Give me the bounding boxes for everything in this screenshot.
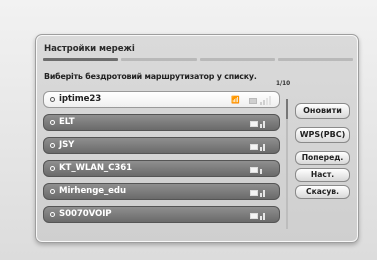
wps-pbc-button[interactable]: WPS(PBC) bbox=[295, 127, 350, 143]
instruction-text: Виберіть бездротовий маршрутизатор у спи… bbox=[44, 72, 257, 81]
radio-bullet-icon bbox=[50, 120, 55, 125]
lock-icon bbox=[250, 213, 258, 219]
wizard-progress-bar bbox=[43, 58, 353, 61]
signal-strength-icon bbox=[260, 211, 270, 220]
network-settings-dialog: Настройки мережі Виберіть бездротовий ма… bbox=[35, 34, 359, 243]
signal-strength-icon bbox=[260, 119, 270, 128]
signal-strength-icon bbox=[260, 165, 270, 174]
radio-bullet-icon bbox=[50, 166, 55, 171]
page-counter: 1/10 bbox=[276, 81, 291, 87]
network-item-jsy[interactable]: JSY bbox=[43, 137, 280, 154]
network-item-s0070voip[interactable]: S0070VOIP bbox=[43, 206, 280, 223]
signal-strength-icon bbox=[260, 188, 270, 197]
lock-icon bbox=[249, 98, 257, 104]
progress-step-2 bbox=[121, 58, 197, 61]
radio-bullet-icon bbox=[50, 143, 55, 148]
network-item-kt-wlan-c361[interactable]: KT_WLAN_C361 bbox=[43, 160, 280, 177]
radio-bullet-icon bbox=[50, 189, 55, 194]
action-buttons: Оновити WPS(PBC) Поперед. Наст. Скасув. bbox=[295, 103, 350, 199]
next-button[interactable]: Наст. bbox=[295, 168, 350, 182]
signal-strength-icon bbox=[260, 142, 270, 151]
lock-icon bbox=[250, 121, 258, 127]
progress-step-1 bbox=[43, 58, 119, 61]
progress-step-3 bbox=[199, 58, 275, 61]
cancel-button[interactable]: Скасув. bbox=[295, 185, 350, 199]
network-item-iptime23[interactable]: iptime23 📶 bbox=[43, 91, 280, 108]
list-scrollbar[interactable] bbox=[286, 99, 288, 229]
radio-bullet-icon bbox=[50, 212, 55, 217]
network-item-mirhenge-edu[interactable]: Mirhenge_edu bbox=[43, 183, 280, 200]
progress-step-4 bbox=[277, 58, 353, 61]
lock-icon bbox=[250, 190, 258, 196]
signal-strength-icon bbox=[260, 96, 271, 105]
network-name: Mirhenge_edu bbox=[59, 186, 126, 196]
refresh-button[interactable]: Оновити bbox=[295, 103, 350, 119]
network-item-elt[interactable]: ELT bbox=[43, 114, 280, 131]
network-name: iptime23 bbox=[59, 94, 102, 104]
network-name: S0070VOIP bbox=[59, 209, 112, 219]
connected-icon: 📶 bbox=[231, 96, 240, 104]
network-list: iptime23 📶 ELT JSY KT_WLAN_C361 Mirhenge… bbox=[43, 91, 280, 229]
network-name: KT_WLAN_C361 bbox=[59, 163, 132, 173]
network-name: ELT bbox=[59, 117, 75, 127]
lock-icon bbox=[250, 144, 258, 150]
radio-bullet-icon bbox=[50, 97, 55, 102]
previous-button[interactable]: Поперед. bbox=[295, 151, 350, 165]
dialog-title: Настройки мережі bbox=[44, 44, 135, 54]
network-name: JSY bbox=[59, 140, 75, 150]
scrollbar-thumb[interactable] bbox=[286, 99, 288, 119]
lock-icon bbox=[250, 167, 258, 173]
